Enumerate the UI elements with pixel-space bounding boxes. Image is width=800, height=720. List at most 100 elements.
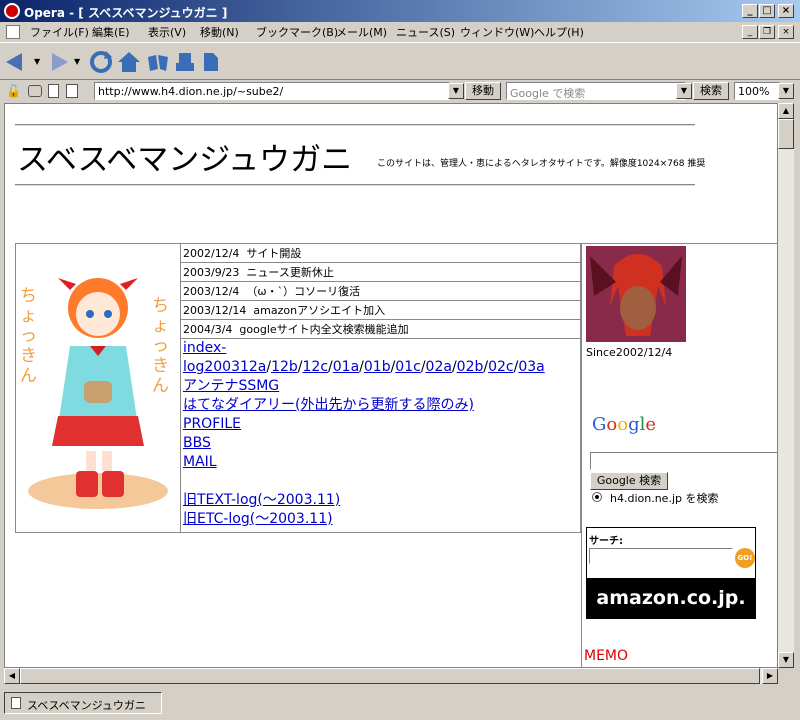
forward-icon[interactable] <box>46 51 72 73</box>
new-page-icon[interactable] <box>202 51 220 73</box>
news-item: 2002/12/4 サイト開設 <box>181 244 580 263</box>
log-link[interactable]: 01a <box>333 359 359 375</box>
log-link[interactable]: 03a <box>518 359 544 375</box>
search-dropdown-icon[interactable]: ▼ <box>676 83 692 99</box>
top-rule <box>15 124 695 126</box>
news-text: amazonアソシエイト加入 <box>253 304 386 317</box>
forward-history-icon[interactable]: ▼ <box>74 57 80 66</box>
since-text: Since2002/12/4 <box>586 346 673 359</box>
minimize-button[interactable]: _ <box>742 4 758 18</box>
security-icon[interactable]: 🔓 <box>6 84 21 98</box>
mascot-image: ちょっきん ちょっきん <box>18 246 178 530</box>
site-subtitle: このサイトは、管理人・恵によるヘタレオタサイトです。解像度1024×768 推奨 <box>377 159 706 169</box>
scroll-up-icon[interactable]: ▲ <box>778 103 794 119</box>
amazon-logo[interactable]: amazon.co.jp. <box>587 578 755 618</box>
nav-link[interactable]: BBS <box>183 435 211 451</box>
menu-item-2[interactable]: 表示(V) <box>148 24 186 40</box>
site-title: スベスベマンジュウガニ <box>17 142 353 178</box>
menu-item-5[interactable]: メール(M) <box>336 24 387 40</box>
search-button[interactable]: 検索 <box>693 82 729 100</box>
vertical-scroll-thumb[interactable] <box>778 119 794 149</box>
log-link[interactable]: 01b <box>364 359 391 375</box>
old-log-link[interactable]: 旧ETC-log(～2003.11) <box>183 511 333 527</box>
nav-link[interactable]: アンテナSSMG <box>183 378 279 394</box>
log-link[interactable]: 02c <box>488 359 514 375</box>
search-input[interactable]: Google で検索 <box>506 82 686 100</box>
horizontal-scrollbar[interactable]: ◀ ▶ <box>4 668 778 684</box>
site-search-radio[interactable] <box>592 492 602 502</box>
mdi-restore-button[interactable]: ❐ <box>759 25 775 39</box>
log-link-main[interactable]: index-log200312a <box>183 340 266 375</box>
zoom-select[interactable]: 100% <box>734 82 780 100</box>
news-text: ニュース更新休止 <box>246 266 334 279</box>
scroll-down-icon[interactable]: ▼ <box>778 652 794 668</box>
amazon-go-button[interactable]: GO! <box>735 548 755 568</box>
mdi-close-button[interactable]: × <box>778 25 794 39</box>
mdi-minimize-button[interactable]: _ <box>742 25 758 39</box>
close-button[interactable]: × <box>778 4 794 18</box>
google-search-button[interactable]: Google 検索 <box>590 472 668 490</box>
log-link[interactable]: 12b <box>271 359 298 375</box>
news-column: 2002/12/4 サイト開設 2003/9/23 ニュース更新休止 2003/12… <box>180 244 580 532</box>
navigation-toolbar: ▼ ▼ <box>0 42 800 80</box>
mascot-side-text-right: ちょっきん <box>152 296 169 396</box>
home-icon[interactable] <box>116 49 142 75</box>
google-search-input[interactable] <box>590 452 777 470</box>
sidebar: Since2002/12/4 Google Google 検索 h4.dion.… <box>581 243 777 667</box>
google-logo: Google <box>592 414 657 435</box>
horizontal-scroll-thumb[interactable] <box>20 668 760 684</box>
menu-bar: ファイル(F) 編集(E) 表示(V) 移動(N) ブックマーク(B) メール(M) ニュー… <box>0 22 800 42</box>
nav-link[interactable]: はてなダイアリー(外出先から更新する際のみ) <box>183 397 474 413</box>
page-tab[interactable]: スベスベマンジュウガニ <box>4 692 162 714</box>
menu-item-3[interactable]: 移動(N) <box>200 24 239 40</box>
log-link[interactable]: 01c <box>395 359 421 375</box>
memo-heading: MEMO <box>584 648 629 664</box>
page-viewport: スベスベマンジュウガニ このサイトは、管理人・恵によるヘタレオタサイトです。解像… <box>4 103 778 668</box>
log-link[interactable]: 02b <box>457 359 484 375</box>
reload-icon[interactable] <box>88 49 114 75</box>
menu-item-6[interactable]: ニュース(S) <box>396 24 455 40</box>
window-bar: スベスベマンジュウガニ <box>0 690 800 720</box>
zoom-dropdown-icon[interactable]: ▼ <box>778 83 794 99</box>
back-history-icon[interactable]: ▼ <box>34 57 40 66</box>
window-title: Opera - [ スベスベマンジュウガニ ] <box>24 6 228 20</box>
page-tab-title: スベスベマンジュウガニ <box>27 699 146 712</box>
menu-item-0[interactable]: ファイル(F) <box>30 24 89 40</box>
page-tab-icon <box>11 697 21 709</box>
maximize-button[interactable]: □ <box>759 4 775 18</box>
menu-item-8[interactable]: ヘルプ(H) <box>534 24 584 40</box>
amazon-search-label: サーチ: <box>589 536 623 547</box>
nav-link[interactable]: MAIL <box>183 454 217 470</box>
print-icon[interactable] <box>174 51 196 73</box>
page-icon[interactable] <box>48 84 59 98</box>
log-link[interactable]: 02a <box>426 359 452 375</box>
news-date: 2004/3/4 <box>183 323 233 336</box>
url-dropdown-icon[interactable]: ▼ <box>448 83 464 99</box>
amazon-search-input[interactable] <box>589 548 733 564</box>
news-item: 2003/12/14 amazonアソシエイト加入 <box>181 301 580 320</box>
news-item: 2003/12/4 （ω・`）コソーリ復活 <box>181 282 580 301</box>
opera-logo-icon <box>4 3 20 19</box>
news-date: 2003/12/4 <box>183 285 240 298</box>
old-log-link[interactable]: 旧TEXT-log(～2003.11) <box>183 492 340 508</box>
camera-icon[interactable] <box>28 85 42 97</box>
title-bar: Opera - [ スベスベマンジュウガニ ] _ □ × <box>0 0 800 22</box>
news-text: サイト開設 <box>246 247 302 260</box>
document-icon[interactable] <box>66 84 78 98</box>
news-item: 2004/3/4 googleサイト内全文検索機能追加 <box>181 320 580 339</box>
site-search-label: h4.dion.ne.jp を検索 <box>610 492 719 505</box>
links-section: index-log200312a/12b/12c/01a/01b/01c/02a… <box>181 339 580 529</box>
menu-item-1[interactable]: 編集(E) <box>92 24 130 40</box>
vertical-scrollbar[interactable]: ▲ ▼ <box>778 103 794 668</box>
url-input[interactable]: http://www.h4.dion.ne.jp/~sube2/ <box>94 82 450 100</box>
scroll-left-icon[interactable]: ◀ <box>4 668 20 684</box>
bottom-rule <box>15 184 695 186</box>
bookmarks-icon[interactable] <box>146 51 170 73</box>
scroll-right-icon[interactable]: ▶ <box>762 668 778 684</box>
back-icon[interactable] <box>4 51 34 73</box>
go-button[interactable]: 移動 <box>465 82 501 100</box>
menu-item-4[interactable]: ブックマーク(B) <box>256 24 338 40</box>
menu-item-7[interactable]: ウィンドウ(W) <box>460 24 534 40</box>
log-link[interactable]: 12c <box>303 359 329 375</box>
nav-link[interactable]: PROFILE <box>183 416 241 432</box>
